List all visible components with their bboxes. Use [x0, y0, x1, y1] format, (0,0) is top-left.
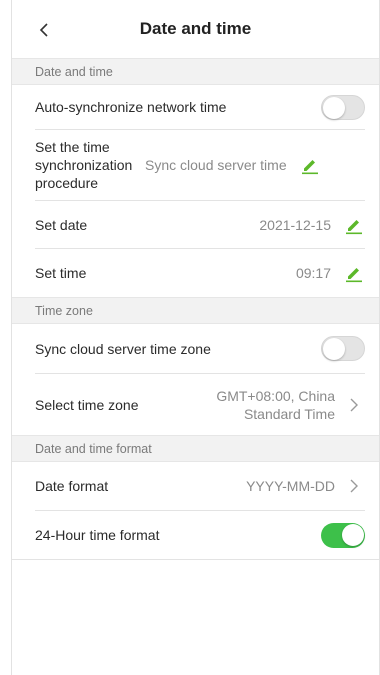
hour24-toggle[interactable] — [321, 522, 365, 548]
chevron-right-icon — [347, 396, 361, 414]
section-header-time-zone: Time zone — [12, 297, 379, 324]
sync-timezone-toggle[interactable] — [321, 336, 365, 361]
set-date-value: 2021-12-15 — [259, 216, 331, 233]
section-header-date-time: Date and time — [12, 58, 379, 85]
toggle-knob — [323, 96, 345, 119]
header: Date and time — [12, 0, 379, 58]
select-timezone-row[interactable]: Select time zone GMT+08:00, China Standa… — [12, 374, 379, 435]
pencil-icon[interactable] — [343, 262, 365, 284]
set-time-value: 09:17 — [295, 265, 331, 281]
toggle-knob — [323, 338, 345, 360]
sync-procedure-value: Sync cloud server time — [145, 157, 287, 173]
hour24-row[interactable]: 24-Hour time format — [12, 511, 379, 559]
sync-procedure-label: Set the time synchronization procedure — [35, 139, 133, 191]
set-date-row[interactable]: Set date 2021-12-15 — [12, 201, 379, 248]
set-date-label: Set date — [35, 216, 88, 233]
settings-screen: Date and time Date and time Auto-synchro… — [11, 0, 380, 675]
hour24-label: 24-Hour time format — [35, 527, 160, 543]
sync-procedure-row[interactable]: Set the time synchronization procedure S… — [12, 130, 379, 200]
pencil-icon[interactable] — [343, 214, 365, 236]
chevron-right-icon — [347, 477, 361, 495]
set-time-label: Set time — [35, 265, 87, 281]
section-header-format: Date and time format — [12, 435, 379, 462]
sync-timezone-row[interactable]: Sync cloud server time zone — [12, 324, 379, 373]
toggle-knob — [341, 524, 364, 546]
set-time-row[interactable]: Set time 09:17 — [12, 249, 379, 297]
page-title: Date and time — [139, 19, 252, 38]
date-format-label: Date format — [35, 478, 109, 494]
date-format-row[interactable]: Date format YYYY-MM-DD — [12, 462, 379, 510]
auto-sync-row[interactable]: Auto-synchronize network time — [12, 85, 379, 129]
sync-timezone-label: Sync cloud server time zone — [35, 340, 211, 357]
pencil-icon[interactable] — [299, 154, 321, 176]
select-timezone-label: Select time zone — [35, 396, 139, 413]
select-timezone-value: GMT+08:00, China Standard Time — [216, 387, 335, 422]
auto-sync-label: Auto-synchronize network time — [35, 99, 227, 115]
auto-sync-toggle[interactable] — [321, 94, 365, 120]
divider — [12, 559, 379, 560]
date-format-value: YYYY-MM-DD — [246, 478, 335, 494]
